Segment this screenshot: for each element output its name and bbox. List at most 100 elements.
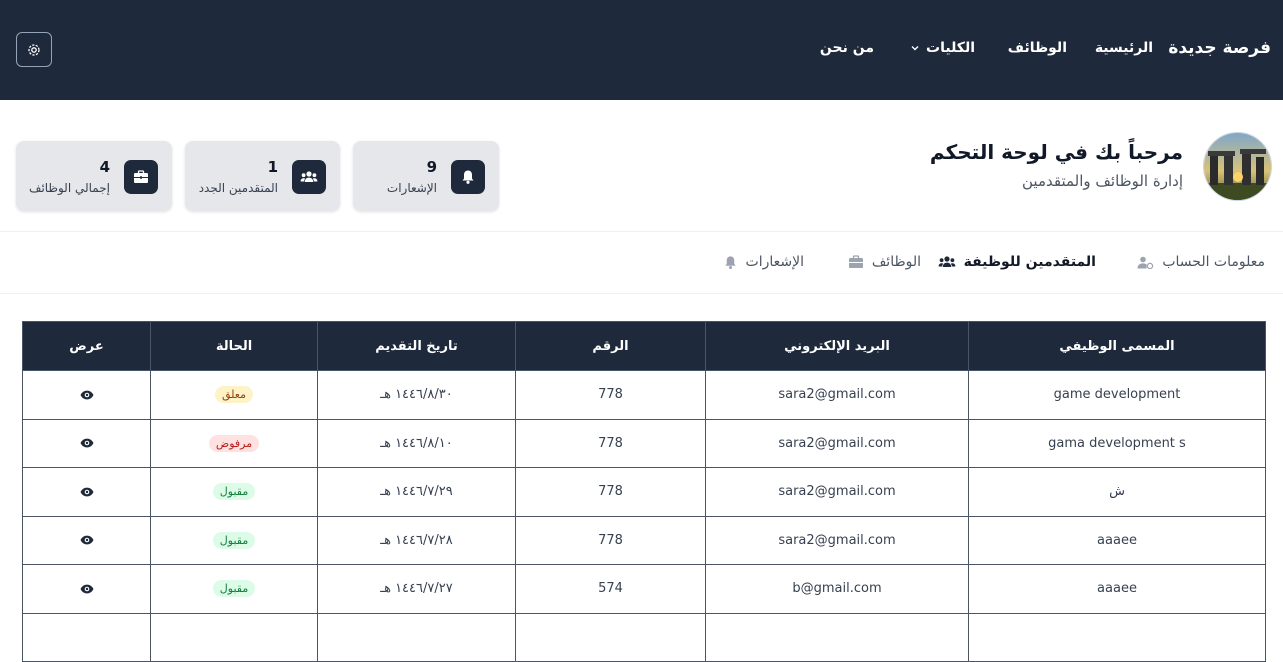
nav-about[interactable]: من نحن — [820, 40, 874, 56]
header-job-title: المسمى الوظيفي — [968, 321, 1266, 371]
cell-email: sara2@gmail.com — [705, 370, 969, 420]
nav-colleges[interactable]: الكليات — [910, 40, 975, 56]
cell-date: ١٤٤٦/٨/١٠ هـ — [317, 418, 516, 468]
header-status: الحالة — [150, 321, 318, 371]
top-navbar: فرصة جديدة الرئيسية الوظائف الكليات من ن… — [0, 0, 1283, 100]
stat-label: الإشعارات — [386, 181, 437, 195]
cell-view[interactable] — [22, 418, 151, 468]
users-icon — [300, 171, 318, 182]
cell-job-title: aaaee — [968, 564, 1266, 614]
briefcase-icon — [848, 255, 863, 268]
stat-value: 9 — [426, 158, 437, 176]
divider — [0, 231, 1283, 232]
header-number: الرقم — [515, 321, 706, 371]
cell-number: 574 — [515, 564, 706, 614]
stat-value: 4 — [99, 158, 110, 176]
tab-account-label: معلومات الحساب — [1162, 254, 1265, 270]
table-header-row: المسمى الوظيفي البريد الإلكتروني الرقم ت… — [22, 321, 1266, 371]
cell-status: مقبول — [150, 467, 318, 517]
cell-date: ١٤٤٦/٧/٢٩ هـ — [317, 467, 516, 517]
header-view: عرض — [22, 321, 151, 371]
avatar[interactable] — [1203, 132, 1272, 201]
tab-jobs[interactable]: الوظائف — [848, 254, 921, 270]
header-date: تاريخ التقديم — [317, 321, 516, 371]
user-gear-icon — [1137, 256, 1154, 269]
status-badge: مقبول — [212, 531, 256, 549]
tab-notifications[interactable]: الإشعارات — [723, 254, 804, 270]
tab-jobs-label: الوظائف — [871, 254, 921, 270]
cell-job-title: gama development s — [968, 418, 1266, 468]
stat-card-notifications[interactable]: 9 الإشعارات — [353, 141, 499, 211]
cell-empty — [317, 612, 516, 662]
gear-icon — [28, 43, 40, 56]
page-subtitle: إدارة الوظائف والمتقدمين — [1022, 172, 1183, 190]
table-row: aaaee b@gmail.com 574 ١٤٤٦/٧/٢٧ هـ مقبول — [22, 564, 1266, 614]
cell-job-title: ش — [968, 467, 1266, 517]
cell-view[interactable] — [22, 564, 151, 614]
cell-email: b@gmail.com — [705, 564, 969, 614]
cell-email: sara2@gmail.com — [705, 515, 969, 565]
cell-email: sara2@gmail.com — [705, 467, 969, 517]
cell-status: معلق — [150, 370, 318, 420]
table-row: game development sara2@gmail.com 778 ١٤٤… — [22, 370, 1266, 420]
stat-icon-box — [292, 160, 326, 194]
cell-email: sara2@gmail.com — [705, 418, 969, 468]
applicants-table: المسمى الوظيفي البريد الإلكتروني الرقم ت… — [22, 321, 1266, 662]
cell-empty — [968, 612, 1266, 662]
tab-applicants-label: المتقدمين للوظيفة — [963, 254, 1096, 270]
bell-icon — [462, 170, 474, 184]
table-row: gama development s sara2@gmail.com 778 ١… — [22, 418, 1266, 468]
briefcase-icon — [134, 170, 148, 183]
status-badge: مقبول — [212, 580, 256, 598]
cell-empty — [22, 612, 151, 662]
cell-empty — [150, 612, 318, 662]
eye-icon[interactable] — [80, 584, 94, 594]
divider — [0, 293, 1283, 294]
eye-icon[interactable] — [80, 438, 94, 448]
cell-job-title: aaaee — [968, 515, 1266, 565]
cell-number: 778 — [515, 515, 706, 565]
eye-icon[interactable] — [80, 390, 94, 400]
tab-account-info[interactable]: معلومات الحساب — [1137, 254, 1265, 270]
users-icon — [938, 256, 955, 267]
cell-job-title: game development — [968, 370, 1266, 420]
chevron-down-icon — [911, 46, 919, 51]
bell-icon — [724, 255, 736, 269]
status-badge: مقبول — [212, 483, 256, 501]
status-badge: معلق — [214, 386, 253, 404]
cell-view[interactable] — [22, 370, 151, 420]
cell-number: 778 — [515, 418, 706, 468]
cell-status: مقبول — [150, 564, 318, 614]
cell-date: ١٤٤٦/٨/٣٠ هـ — [317, 370, 516, 420]
nav-home[interactable]: الرئيسية — [1095, 40, 1153, 56]
cell-view[interactable] — [22, 515, 151, 565]
nav-colleges-label: الكليات — [926, 40, 975, 56]
cell-status: مرفوض — [150, 418, 318, 468]
stat-label: المتقدمين الجدد — [198, 181, 278, 195]
eye-icon[interactable] — [80, 535, 94, 545]
stat-value: 1 — [267, 158, 278, 176]
page-title: مرحباً بك في لوحة التحكم — [929, 140, 1183, 164]
nav-jobs[interactable]: الوظائف — [1008, 40, 1067, 56]
stat-card-total-jobs[interactable]: 4 إجمالي الوظائف — [16, 141, 172, 211]
table-row: aaaee sara2@gmail.com 778 ١٤٤٦/٧/٢٨ هـ م… — [22, 515, 1266, 565]
nav-jobs-label: الوظائف — [1007, 40, 1067, 56]
tab-applicants[interactable]: المتقدمين للوظيفة — [938, 254, 1096, 270]
cell-empty — [515, 612, 706, 662]
status-badge: مرفوض — [208, 434, 260, 452]
cell-date: ١٤٤٦/٧/٢٧ هـ — [317, 564, 516, 614]
cell-date: ١٤٤٦/٧/٢٨ هـ — [317, 515, 516, 565]
nav-home-label: الرئيسية — [1094, 40, 1153, 56]
header-email: البريد الإلكتروني — [705, 321, 969, 371]
settings-button[interactable] — [16, 32, 52, 67]
cell-number: 778 — [515, 370, 706, 420]
stat-card-new-applicants[interactable]: 1 المتقدمين الجدد — [185, 141, 340, 211]
cell-status: مقبول — [150, 515, 318, 565]
cell-view[interactable] — [22, 467, 151, 517]
table-row: ش sara2@gmail.com 778 ١٤٤٦/٧/٢٩ هـ مقبول — [22, 467, 1266, 517]
stat-label: إجمالي الوظائف — [29, 181, 110, 195]
stat-icon-box — [124, 160, 158, 194]
eye-icon[interactable] — [80, 487, 94, 497]
cell-empty — [705, 612, 969, 662]
brand-logo[interactable]: فرصة جديدة — [1168, 38, 1271, 58]
